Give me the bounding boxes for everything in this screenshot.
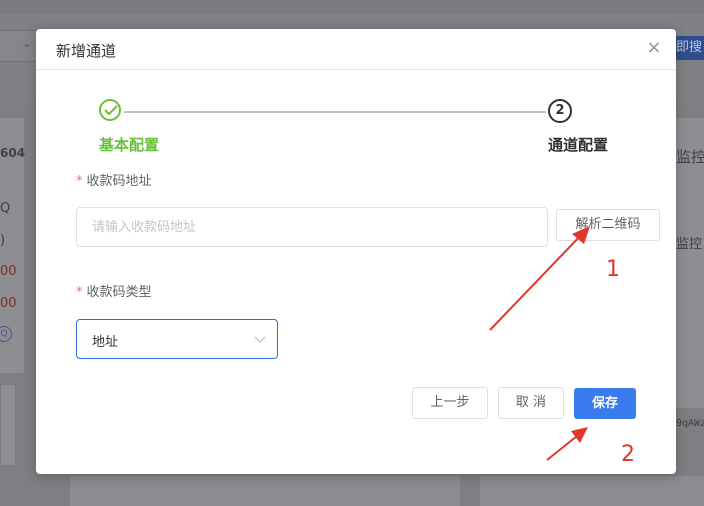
annotation-label-1: 1 bbox=[606, 257, 620, 282]
annotation-label-2: 2 bbox=[621, 442, 635, 467]
annotation-arrows bbox=[489, 226, 590, 461]
annotation-arrow-1 bbox=[489, 226, 590, 331]
annotation-arrow-2 bbox=[546, 427, 588, 461]
